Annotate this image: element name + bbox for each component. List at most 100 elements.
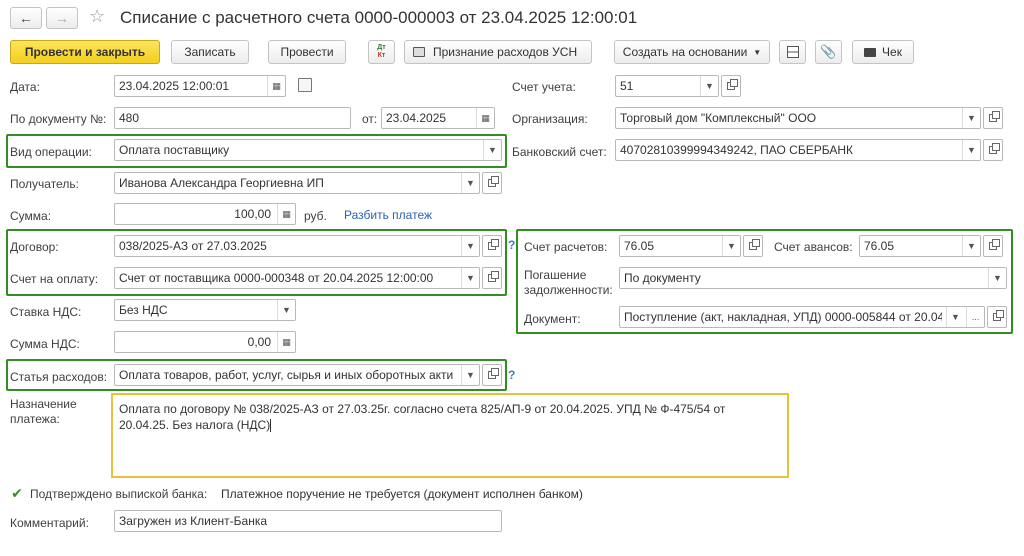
payment-purpose-label: Назначение платежа: xyxy=(10,397,77,426)
text-cursor xyxy=(270,419,272,433)
chevron-down-icon[interactable]: ▼ xyxy=(461,173,479,193)
open-icon xyxy=(488,176,499,187)
operation-type-select[interactable]: Оплата поставщику ▼ xyxy=(114,139,502,161)
chevron-down-icon[interactable]: ▼ xyxy=(483,140,501,160)
select-ellipsis-button[interactable]: ... xyxy=(966,307,984,327)
page-title: Списание с расчетного счета 0000-000003 … xyxy=(120,8,638,27)
vat-rate-label: Ставка НДС: xyxy=(10,305,82,319)
doc-number-field[interactable]: 480 xyxy=(114,107,351,129)
doc-date-field[interactable]: 23.04.2025 ▦ xyxy=(381,107,495,129)
payment-purpose-textarea[interactable]: Оплата по договору № 038/2025-АЗ от 27.0… xyxy=(111,393,789,478)
organization-label: Организация: xyxy=(512,112,588,126)
open-document-button[interactable] xyxy=(987,306,1007,328)
chevron-down-icon[interactable]: ▼ xyxy=(722,236,740,256)
chevron-down-icon: ▼ xyxy=(753,47,762,57)
advance-account-field[interactable]: 76.05 ▼ xyxy=(859,235,981,257)
open-settlement-account-button[interactable] xyxy=(743,235,763,257)
receipt-icon xyxy=(864,47,877,57)
chevron-down-icon[interactable]: ▼ xyxy=(461,268,479,288)
settlement-account-label: Счет расчетов: xyxy=(524,240,608,254)
help-icon[interactable]: ? xyxy=(508,368,515,382)
attach-button[interactable]: 📎 xyxy=(815,40,842,64)
invoice-label: Счет на оплату: xyxy=(10,272,99,286)
calculator-icon[interactable]: ▦ xyxy=(277,204,295,224)
save-button[interactable]: Записать xyxy=(171,40,249,64)
open-invoice-button[interactable] xyxy=(482,267,502,289)
post-button[interactable]: Провести xyxy=(268,40,346,64)
chevron-down-icon[interactable]: ▼ xyxy=(988,268,1006,288)
open-icon xyxy=(488,239,499,250)
bank-confirmed-checkbox[interactable]: ✔ xyxy=(10,486,24,500)
forward-button[interactable]: → xyxy=(46,7,78,29)
back-button[interactable]: ← xyxy=(10,7,42,29)
create-based-on-button[interactable]: Создать на основании ▼ xyxy=(614,40,770,64)
open-icon xyxy=(749,239,760,250)
chevron-down-icon[interactable]: ▼ xyxy=(946,307,964,327)
arrow-right-icon: → xyxy=(55,10,69,26)
advance-account-label: Счет авансов: xyxy=(774,240,853,254)
document-history-icon[interactable] xyxy=(298,78,312,92)
open-recipient-button[interactable] xyxy=(482,172,502,194)
bank-account-label: Банковский счет: xyxy=(512,145,607,159)
contract-label: Договор: xyxy=(10,240,59,254)
vat-rate-select[interactable]: Без НДС ▼ xyxy=(114,299,296,321)
chevron-down-icon[interactable]: ▼ xyxy=(962,108,980,128)
dt-kt-button[interactable]: Дт Кт xyxy=(368,40,395,64)
calendar-icon[interactable]: ▦ xyxy=(267,76,285,96)
chevron-down-icon[interactable]: ▼ xyxy=(277,300,295,320)
open-bank-account-button[interactable] xyxy=(983,139,1003,161)
help-icon[interactable]: ? xyxy=(508,238,515,252)
receipt-button[interactable]: Чек xyxy=(852,40,914,64)
vat-sum-label: Сумма НДС: xyxy=(10,337,80,351)
sum-field[interactable]: 100,00 ▦ xyxy=(114,203,296,225)
chevron-down-icon[interactable]: ▼ xyxy=(962,236,980,256)
open-account-button[interactable] xyxy=(721,75,741,97)
operation-type-label: Вид операции: xyxy=(10,145,92,159)
paperclip-icon: 📎 xyxy=(820,44,837,59)
recipient-label: Получатель: xyxy=(10,177,79,191)
account-field[interactable]: 51 ▼ xyxy=(615,75,719,97)
chevron-down-icon[interactable]: ▼ xyxy=(700,76,718,96)
open-icon xyxy=(989,143,1000,154)
document-field[interactable]: Поступление (акт, накладная, УПД) 0000-0… xyxy=(619,306,985,328)
expense-item-field[interactable]: Оплата товаров, работ, услуг, сырья и ин… xyxy=(114,364,480,386)
contract-field[interactable]: 038/2025-АЗ от 27.03.2025 ▼ xyxy=(114,235,480,257)
post-and-close-button[interactable]: Провести и закрыть xyxy=(10,40,160,64)
comment-field[interactable]: Загружен из Клиент-Банка xyxy=(114,510,502,532)
printer-icon xyxy=(413,47,425,57)
chevron-down-icon[interactable]: ▼ xyxy=(461,236,479,256)
settlement-account-field[interactable]: 76.05 ▼ xyxy=(619,235,741,257)
split-payment-link[interactable]: Разбить платеж xyxy=(344,208,432,222)
structure-button[interactable] xyxy=(779,40,806,64)
doc-number-label: По документу №: xyxy=(10,112,107,126)
currency-label: руб. xyxy=(304,209,327,223)
open-icon xyxy=(989,111,1000,122)
calculator-icon[interactable]: ▦ xyxy=(277,332,295,352)
favorite-star-icon[interactable]: ☆ xyxy=(89,6,105,27)
open-icon xyxy=(488,271,499,282)
recipient-field[interactable]: Иванова Александра Георгиевна ИП ▼ xyxy=(114,172,480,194)
sum-label: Сумма: xyxy=(10,209,52,223)
bank-confirmed-label: Подтверждено выпиской банка: xyxy=(30,487,208,501)
dt-kt-icon: Дт Кт xyxy=(377,44,386,59)
debt-repayment-select[interactable]: По документу ▼ xyxy=(619,267,1007,289)
bank-account-field[interactable]: 40702810399994349242, ПАО СБЕРБАНК ▼ xyxy=(615,139,981,161)
document-label: Документ: xyxy=(524,312,581,326)
open-expense-item-button[interactable] xyxy=(482,364,502,386)
organization-field[interactable]: Торговый дом "Комплексный" ООО ▼ xyxy=(615,107,981,129)
account-label: Счет учета: xyxy=(512,80,576,94)
open-organization-button[interactable] xyxy=(983,107,1003,129)
open-contract-button[interactable] xyxy=(482,235,502,257)
invoice-field[interactable]: Счет от поставщика 0000-000348 от 20.04.… xyxy=(114,267,480,289)
chevron-down-icon[interactable]: ▼ xyxy=(962,140,980,160)
open-icon xyxy=(488,368,499,379)
arrow-left-icon: ← xyxy=(19,10,33,26)
calendar-icon[interactable]: ▦ xyxy=(476,108,494,128)
vat-sum-field[interactable]: 0,00 ▦ xyxy=(114,331,296,353)
debt-repayment-label: Погашение задолженности: xyxy=(524,268,613,297)
date-field[interactable]: 23.04.2025 12:00:01 ▦ xyxy=(114,75,286,97)
structure-icon xyxy=(786,46,799,58)
usn-expense-button[interactable]: Признание расходов УСН xyxy=(404,40,592,64)
chevron-down-icon[interactable]: ▼ xyxy=(461,365,479,385)
open-advance-account-button[interactable] xyxy=(983,235,1003,257)
